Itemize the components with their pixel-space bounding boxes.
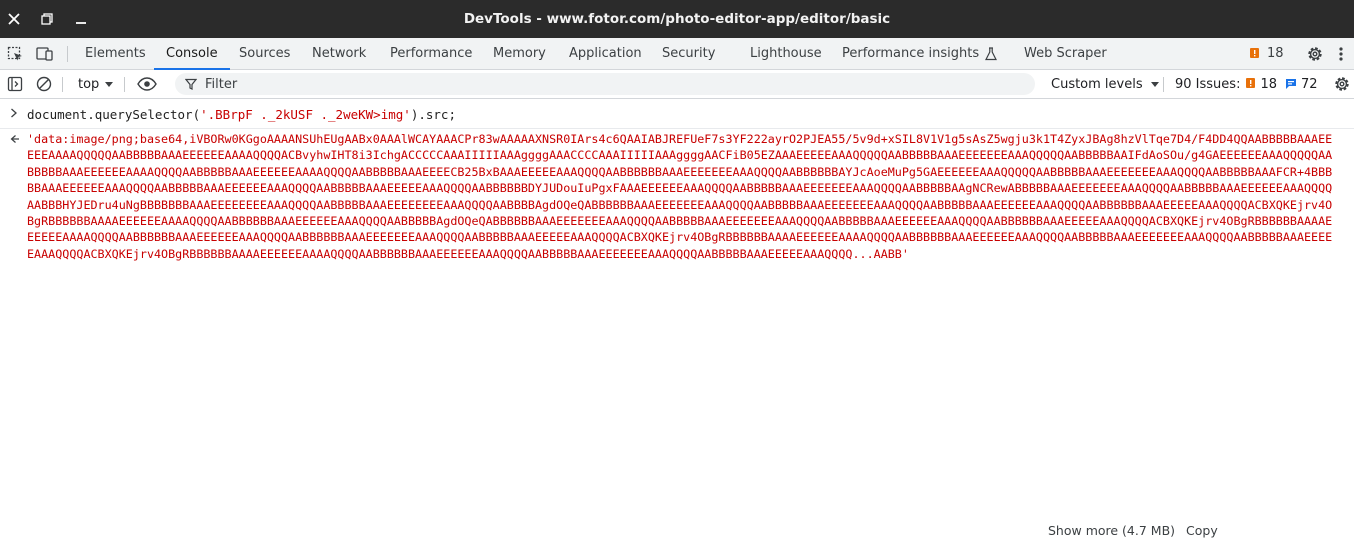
console-result-entry: 'data:image/png;base64,iVBORw0KGgoAAAANS… [0, 129, 1354, 548]
warning-flag-icon [1250, 47, 1259, 58]
device-icon [36, 46, 53, 61]
tab-security[interactable]: Security [662, 38, 715, 69]
tab-lighthouse[interactable]: Lighthouse [750, 38, 822, 69]
log-levels-dropdown[interactable]: Custom levels [1051, 70, 1159, 98]
more-options-button[interactable] [1326, 38, 1354, 69]
chevron-down-icon [105, 81, 114, 87]
warning-count: 18 [1260, 76, 1277, 92]
inspect-icon [7, 46, 22, 60]
console-settings-button[interactable] [1328, 70, 1354, 98]
gear-icon [1308, 46, 1322, 61]
tab-sources[interactable]: Sources [239, 38, 290, 69]
issues-label: 90 Issues: [1175, 76, 1241, 92]
command-selector-string: '.BBrpF ._2kUSF ._2weKW>img' [200, 107, 411, 122]
command-prefix: document.querySelector( [27, 107, 201, 122]
toolbar-divider [124, 77, 125, 92]
filter-input[interactable] [205, 76, 1005, 92]
show-more-button[interactable]: Show more (4.7 MB) [1048, 523, 1175, 538]
experiment-flask-icon [985, 46, 998, 60]
issues-counter[interactable]: 90 Issues: 18 72 [1175, 70, 1326, 98]
tab-performance-insights-label: Performance insights [842, 46, 980, 61]
tab-network[interactable]: Network [312, 38, 366, 69]
context-selector-value: top [78, 76, 100, 92]
console-input-entry: document.querySelector('.BBrpF ._2kUSF .… [0, 99, 1354, 129]
filter-icon [185, 78, 197, 90]
tab-console[interactable]: Console [154, 38, 230, 70]
log-levels-value: Custom levels [1051, 76, 1143, 92]
window-title: DevTools - www.fotor.com/photo-editor-ap… [463, 11, 891, 27]
copy-button[interactable]: Copy [1186, 523, 1218, 538]
context-selector[interactable]: top [70, 70, 114, 98]
info-message-icon [1286, 79, 1296, 89]
toolbar-divider [67, 46, 68, 62]
toolbar-divider [62, 77, 63, 92]
toolbar-divider [1163, 77, 1164, 92]
result-arrow-icon [10, 135, 19, 143]
kebab-menu-icon [1339, 46, 1343, 61]
filter-field[interactable] [175, 73, 1035, 95]
console-command: document.querySelector('.BBrpF ._2kUSF .… [27, 107, 456, 122]
gear-icon [1335, 77, 1349, 91]
toggle-sidebar-button[interactable] [1, 70, 29, 98]
tab-web-scraper[interactable]: Web Scraper [1024, 38, 1107, 69]
result-actions: Show more (4.7 MB) Copy [1048, 521, 1229, 539]
clear-console-button[interactable] [30, 70, 58, 98]
tab-memory[interactable]: Memory [493, 38, 546, 69]
chevron-down-icon [1150, 81, 1159, 87]
issues-count: 18 [1267, 46, 1284, 61]
console-output[interactable]: document.querySelector('.BBrpF ._2kUSF .… [0, 99, 1354, 548]
inspect-element-button[interactable] [0, 38, 30, 69]
warning-flag-icon [1246, 78, 1256, 88]
tab-elements[interactable]: Elements [85, 38, 146, 69]
eye-icon [137, 77, 157, 91]
info-count: 72 [1301, 76, 1318, 92]
tab-application[interactable]: Application [569, 38, 642, 69]
window-titlebar: DevTools - www.fotor.com/photo-editor-ap… [0, 0, 1354, 38]
device-toolbar-button[interactable] [30, 38, 60, 69]
tab-performance[interactable]: Performance [390, 38, 472, 69]
command-suffix: ).src; [410, 107, 456, 122]
live-expression-button[interactable] [132, 70, 162, 98]
issues-indicator[interactable]: 18 [1250, 38, 1284, 69]
clear-icon [36, 76, 52, 92]
sidebar-toggle-icon [7, 76, 23, 92]
console-toolbar: top Custom levels 90 Issues: 18 72 [0, 70, 1354, 99]
devtools-tabbar: Elements Console Sources Network Perform… [0, 38, 1354, 70]
chevron-right-icon [11, 108, 17, 118]
tab-performance-insights[interactable]: Performance insights [842, 38, 998, 69]
result-string-value[interactable]: 'data:image/png;base64,iVBORw0KGgoAAAANS… [27, 131, 1337, 262]
